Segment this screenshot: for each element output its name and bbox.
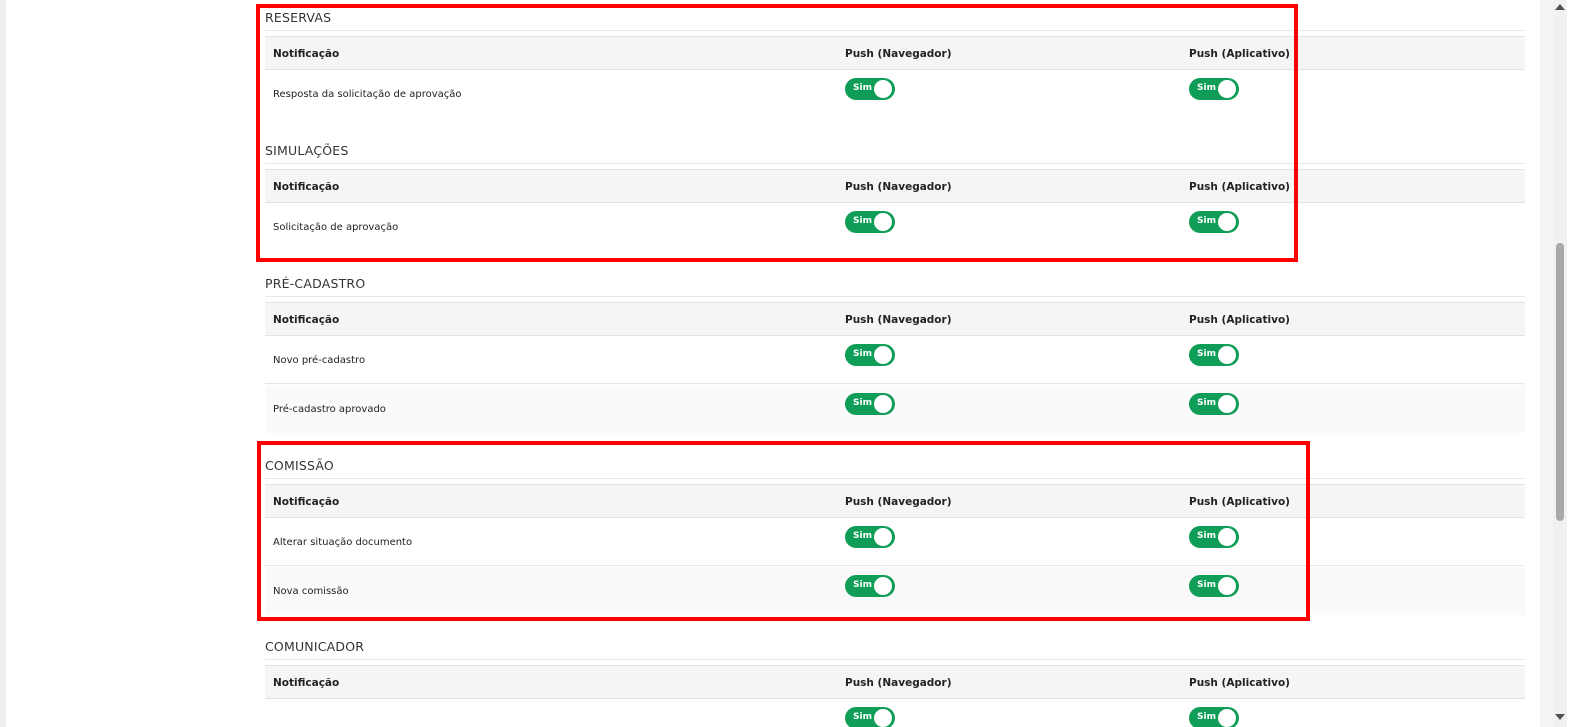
push-browser-toggle[interactable]: Sim <box>845 393 895 415</box>
toggle-label: Sim <box>853 531 872 541</box>
section-title: RESERVAS <box>265 10 332 25</box>
header-push-app: Push (Aplicativo) <box>1189 181 1290 193</box>
push-app-toggle[interactable]: Sim <box>1189 707 1239 727</box>
toggle-label: Sim <box>1197 580 1216 590</box>
toggle-label: Sim <box>1197 349 1216 359</box>
header-push-browser: Push (Navegador) <box>845 181 952 193</box>
toggle-label: Sim <box>1197 216 1216 226</box>
left-gutter <box>0 0 6 727</box>
toggle-knob <box>1218 346 1236 364</box>
push-browser-toggle[interactable]: Sim <box>845 344 895 366</box>
notification-label: Pré-cadastro aprovado <box>273 404 386 415</box>
push-browser-toggle[interactable]: Sim <box>845 707 895 727</box>
push-app-toggle[interactable]: Sim <box>1189 211 1239 233</box>
toggle-knob <box>1218 395 1236 413</box>
header-push-app: Push (Aplicativo) <box>1189 496 1290 508</box>
header-notification: Notificação <box>273 677 340 689</box>
toggle-knob <box>874 709 892 727</box>
section-title: PRÉ-CADASTRO <box>265 276 366 291</box>
table-header: Notificação Push (Navegador) Push (Aplic… <box>265 36 1525 70</box>
toggle-knob <box>1218 528 1236 546</box>
toggle-label: Sim <box>853 83 872 93</box>
notification-label: Novo pré-cadastro <box>273 355 366 366</box>
header-push-app: Push (Aplicativo) <box>1189 677 1290 689</box>
notification-label: Solicitação de aprovação <box>273 222 399 233</box>
toggle-knob <box>874 80 892 98</box>
scrollbar-thumb[interactable] <box>1556 243 1564 521</box>
toggle-knob <box>1218 577 1236 595</box>
header-push-browser: Push (Navegador) <box>845 314 952 326</box>
toggle-knob <box>1218 213 1236 231</box>
toggle-label: Sim <box>1197 83 1216 93</box>
toggle-knob <box>874 346 892 364</box>
notification-label: Resposta da solicitação de aprovação <box>273 89 462 100</box>
toggle-knob <box>874 395 892 413</box>
push-browser-toggle[interactable]: Sim <box>845 526 895 548</box>
table-row: Alterar situação documento Sim Sim <box>265 518 1525 566</box>
header-push-browser: Push (Navegador) <box>845 677 952 689</box>
push-app-toggle[interactable]: Sim <box>1189 575 1239 597</box>
push-browser-toggle[interactable]: Sim <box>845 575 895 597</box>
toggle-label: Sim <box>1197 398 1216 408</box>
header-push-app: Push (Aplicativo) <box>1189 314 1290 326</box>
divider <box>265 30 1525 31</box>
toggle-label: Sim <box>853 216 872 226</box>
header-push-app: Push (Aplicativo) <box>1189 48 1290 60</box>
table-header: Notificação Push (Navegador) Push (Aplic… <box>265 484 1525 518</box>
divider <box>265 659 1525 660</box>
table-row: Solicitação de aprovação Sim Sim <box>265 203 1525 251</box>
table-row: Resposta da solicitação de aprovação Sim… <box>265 70 1525 118</box>
header-push-browser: Push (Navegador) <box>845 48 952 60</box>
toggle-label: Sim <box>1197 531 1216 541</box>
section-title: COMISSÃO <box>265 458 334 473</box>
toggle-knob <box>1218 709 1236 727</box>
scroll-up-arrow-icon[interactable] <box>1555 4 1565 10</box>
push-app-toggle[interactable]: Sim <box>1189 78 1239 100</box>
table-row: Novo pré-cadastro Sim Sim <box>265 336 1525 384</box>
table-row: Pré-cadastro aprovado Sim Sim <box>265 385 1525 433</box>
divider <box>265 296 1525 297</box>
toggle-knob <box>874 528 892 546</box>
toggle-label: Sim <box>853 398 872 408</box>
table-header: Notificação Push (Navegador) Push (Aplic… <box>265 169 1525 203</box>
section-title: COMUNICADOR <box>265 639 365 654</box>
toggle-label: Sim <box>1197 712 1216 722</box>
header-push-browser: Push (Navegador) <box>845 496 952 508</box>
header-notification: Notificação <box>273 181 340 193</box>
right-gutter <box>1540 0 1553 727</box>
scroll-down-arrow-icon[interactable] <box>1555 714 1565 720</box>
section-title: SIMULAÇÕES <box>265 143 349 158</box>
table-header: Notificação Push (Navegador) Push (Aplic… <box>265 665 1525 699</box>
notification-label: Nova comissão <box>273 586 349 597</box>
toggle-knob <box>874 577 892 595</box>
toggle-knob <box>1218 80 1236 98</box>
header-notification: Notificação <box>273 496 340 508</box>
table-row: Nova comissão Sim Sim <box>265 567 1525 615</box>
toggle-label: Sim <box>853 712 872 722</box>
divider <box>265 478 1525 479</box>
toggle-knob <box>874 213 892 231</box>
push-browser-toggle[interactable]: Sim <box>845 211 895 233</box>
divider <box>265 163 1525 164</box>
notification-settings: RESERVAS Notificação Push (Navegador) Pu… <box>265 0 1525 727</box>
toggle-label: Sim <box>853 580 872 590</box>
header-notification: Notificação <box>273 314 340 326</box>
vertical-scrollbar[interactable] <box>1553 0 1567 727</box>
push-browser-toggle[interactable]: Sim <box>845 78 895 100</box>
toggle-label: Sim <box>853 349 872 359</box>
push-app-toggle[interactable]: Sim <box>1189 393 1239 415</box>
push-app-toggle[interactable]: Sim <box>1189 526 1239 548</box>
table-row: Sim Sim <box>265 699 1525 727</box>
header-notification: Notificação <box>273 48 340 60</box>
notification-label: Alterar situação documento <box>273 537 413 548</box>
table-header: Notificação Push (Navegador) Push (Aplic… <box>265 302 1525 336</box>
push-app-toggle[interactable]: Sim <box>1189 344 1239 366</box>
